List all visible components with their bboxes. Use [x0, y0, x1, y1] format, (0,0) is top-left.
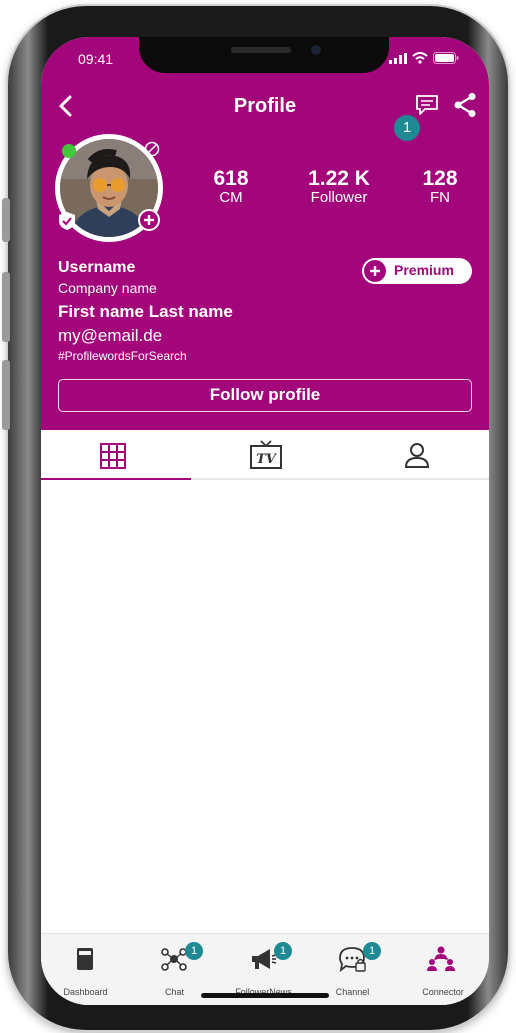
dashboard-icon — [77, 948, 93, 970]
mute-switch — [2, 198, 10, 242]
stat-value: 128 — [422, 167, 458, 190]
speaker — [231, 47, 291, 53]
stat-label: FN — [430, 189, 450, 206]
stat-label: CM — [219, 189, 243, 206]
profile-tags: #ProfilewordsForSearch — [58, 349, 187, 363]
tv-icon: TV — [250, 440, 282, 469]
online-status-dot — [62, 144, 76, 158]
nav-label: Connector — [422, 987, 464, 997]
volume-up-button — [2, 272, 10, 342]
premium-badge[interactable]: Premium — [362, 258, 472, 284]
battery-icon — [433, 52, 459, 64]
nav-dashboard[interactable]: Dashboard — [41, 934, 130, 1004]
nav-label: Dashboard — [63, 987, 108, 997]
username: Username — [58, 259, 136, 276]
person-icon — [404, 443, 430, 468]
nav-badge: 1 — [185, 942, 203, 960]
message-icon[interactable] — [415, 93, 439, 117]
connector-icon — [427, 946, 455, 971]
premium-plus-icon — [364, 260, 386, 282]
tab-person[interactable] — [341, 430, 489, 480]
full-name: First name Last name — [58, 302, 233, 321]
profile-tabs: TV — [41, 430, 489, 480]
premium-label: Premium — [394, 262, 454, 278]
stat-cm[interactable]: 618 CM — [186, 168, 276, 206]
phone-screen: 09:41 Profile 1 618 CM 1.22 K Follower 1… — [41, 37, 489, 1005]
home-indicator — [201, 993, 329, 998]
stat-value: 618 — [213, 167, 249, 190]
status-icons — [389, 52, 459, 64]
grid-icon — [100, 443, 126, 469]
email[interactable]: my@email.de — [58, 326, 162, 346]
stat-value: 1.22 K — [308, 167, 370, 190]
tab-tv[interactable]: TV — [191, 430, 341, 480]
tab-grid[interactable] — [41, 430, 191, 480]
company-name: Company name — [58, 280, 157, 296]
nav-badge: 1 — [363, 942, 381, 960]
status-time: 09:41 — [78, 51, 114, 67]
volume-down-button — [2, 360, 10, 430]
content-area — [41, 480, 489, 940]
notch — [139, 37, 389, 73]
nav-connector[interactable]: Connector — [397, 934, 489, 1004]
notification-badge: 1 — [394, 115, 420, 141]
signal-icon — [389, 52, 407, 64]
svg-text:TV: TV — [256, 452, 278, 467]
nav-badge: 1 — [274, 942, 292, 960]
add-photo-button[interactable] — [138, 209, 160, 231]
wifi-icon — [412, 52, 428, 64]
plus-icon — [140, 211, 158, 229]
block-icon[interactable] — [144, 141, 160, 157]
verified-shield-icon — [59, 212, 75, 230]
stat-fn[interactable]: 128 FN — [395, 168, 485, 206]
front-camera — [311, 45, 321, 55]
stat-label: Follower — [310, 189, 368, 206]
stat-follower[interactable]: 1.22 K Follower — [294, 168, 384, 206]
share-icon[interactable] — [453, 92, 477, 118]
follow-profile-button[interactable]: Follow profile — [58, 379, 472, 412]
